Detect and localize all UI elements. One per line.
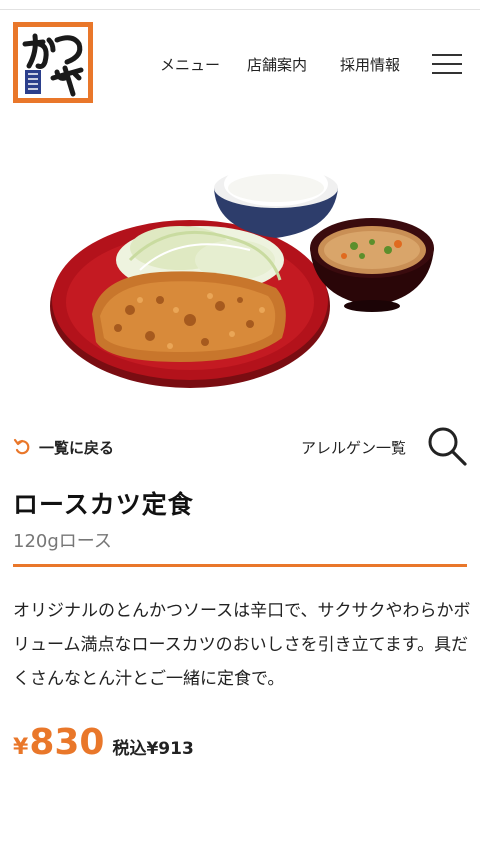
nav-store-link[interactable]: 店舗案内 (247, 54, 307, 75)
product-title: ロースカツ定食 (13, 490, 194, 519)
back-label: 一覧に戻る (39, 438, 115, 457)
logo-mark (13, 22, 93, 103)
nav-recruit-link[interactable]: 採用情報 (340, 54, 400, 75)
product-subtitle: 120gロース (13, 531, 112, 552)
product-page: メニュー 店舗案内 採用情報 一覧に戻る アレルゲン一覧 ロースカツ定食 120… (0, 0, 480, 852)
title-divider (13, 564, 467, 567)
price-currency: ¥ (13, 735, 29, 760)
price-tax-included: 税込¥913 (112, 739, 194, 759)
search-icon[interactable] (426, 425, 468, 467)
allergen-list-link[interactable]: アレルゲン一覧 (301, 437, 406, 458)
product-photo (50, 162, 434, 388)
price-row: ¥ 830 税込¥913 (13, 722, 194, 770)
hamburger-icon[interactable] (432, 52, 462, 76)
back-to-list-link[interactable]: 一覧に戻る (13, 436, 114, 458)
price-value: 830 (29, 722, 105, 763)
top-border (0, 0, 480, 10)
site-header: メニュー 店舗案内 採用情報 (0, 10, 480, 110)
undo-arrow-icon (13, 438, 30, 455)
product-description: オリジナルのとんかつソースは辛口で、サクサクやわらかボリューム満点なロースカツの… (13, 601, 471, 689)
brand-logo[interactable] (13, 22, 93, 103)
nav-menu-link[interactable]: メニュー (160, 54, 220, 75)
